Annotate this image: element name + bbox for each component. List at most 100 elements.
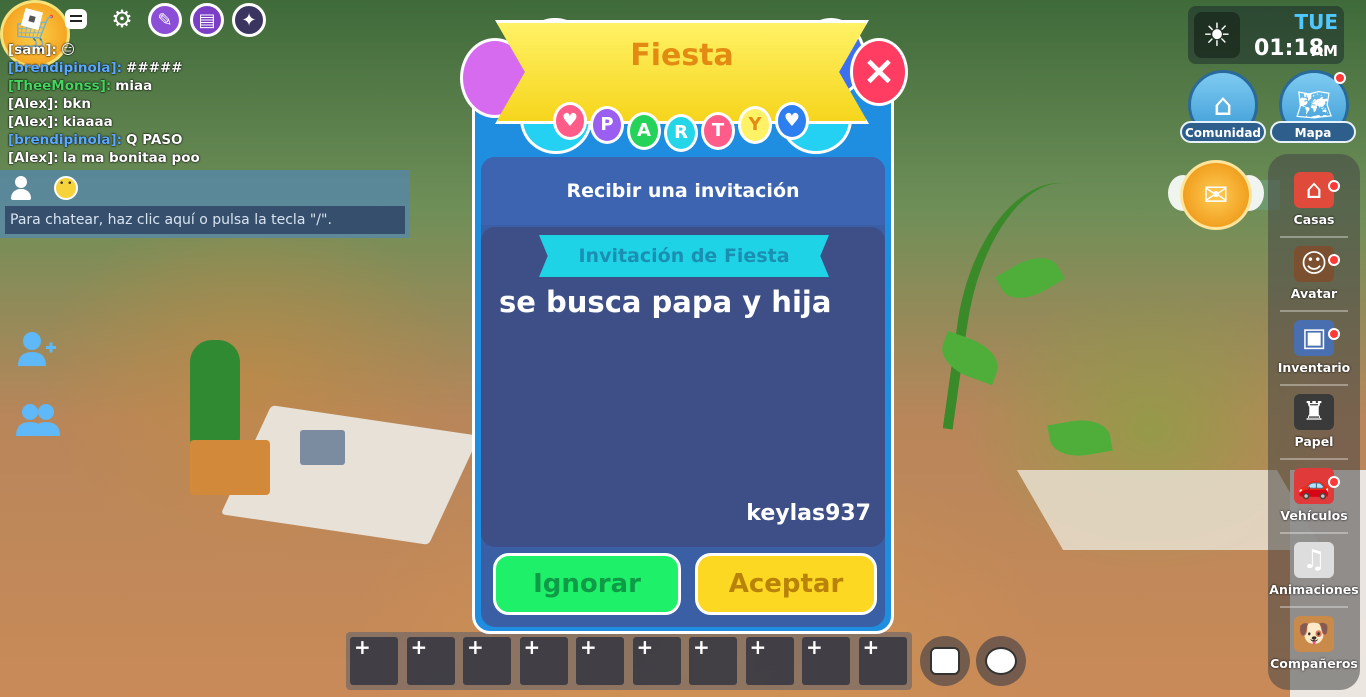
notification-dot bbox=[1328, 328, 1340, 340]
chat-message: [Alex]: bkn bbox=[8, 95, 410, 113]
chat-username[interactable]: [brendipinola]: bbox=[8, 132, 122, 148]
sidebar-item-label: Papel bbox=[1294, 434, 1334, 449]
hotbar-slot[interactable]: + bbox=[406, 635, 455, 685]
settings-gear-icon[interactable]: ⚙ bbox=[106, 3, 138, 35]
party-letter-flag: T bbox=[701, 112, 735, 150]
plus-icon: + bbox=[410, 635, 428, 659]
party-letter-flag: Y bbox=[738, 106, 772, 144]
sidebar-item-3[interactable]: ♜ Papel bbox=[1268, 386, 1360, 460]
ignore-button[interactable]: Ignorar bbox=[493, 553, 681, 615]
clock-day: TUE bbox=[1294, 10, 1338, 34]
map-icon: 🗺 bbox=[1294, 87, 1334, 123]
hotbar-slot[interactable]: + bbox=[632, 635, 681, 685]
sidebar-item-2[interactable]: ▣ Inventario bbox=[1268, 312, 1360, 386]
chat-channel-icon[interactable] bbox=[10, 176, 34, 200]
hotbar: + + + + + + + + + + bbox=[346, 632, 912, 690]
house-icon: ⌂ bbox=[1294, 172, 1334, 208]
community-house-icon: ⌂ bbox=[1213, 87, 1233, 123]
hotbar-slot[interactable]: + bbox=[519, 635, 568, 685]
plus-icon: + bbox=[467, 635, 484, 659]
emote-bubble-button[interactable] bbox=[976, 636, 1026, 686]
clock-ampm: AM bbox=[1311, 42, 1338, 60]
party-heart-flag: ♥ bbox=[775, 102, 809, 140]
car-icon: 🚗 bbox=[1294, 468, 1334, 504]
sidebar-item-1[interactable]: ☺ Avatar bbox=[1268, 238, 1360, 312]
invite-ribbon: Invitación de Fiesta bbox=[539, 235, 829, 277]
sidebar-item-label: Casas bbox=[1293, 212, 1335, 227]
plus-icon: + bbox=[862, 635, 880, 659]
hotbar-slot[interactable]: + bbox=[689, 635, 737, 685]
chat-username[interactable]: [sam]: bbox=[8, 42, 57, 58]
dialog-title-banner: Fiesta bbox=[495, 20, 869, 124]
sidebar-item-4[interactable]: 🚗 Vehículos bbox=[1268, 460, 1360, 534]
chat-username[interactable]: [Alex]: bbox=[8, 114, 59, 130]
party-letter-flag: R bbox=[664, 114, 698, 152]
add-friend-icon[interactable] bbox=[16, 330, 58, 370]
pet-dog-icon: 🐶 bbox=[1294, 616, 1334, 652]
chat-text: ##### bbox=[126, 60, 183, 76]
dance-icon: ♫ bbox=[1294, 542, 1334, 578]
hotbar-slot[interactable]: + bbox=[576, 635, 624, 685]
notification-dot bbox=[1328, 476, 1340, 488]
chat-message: [TheeMonss]: miaa bbox=[8, 77, 410, 95]
plus-icon: + bbox=[523, 635, 541, 659]
chat-username[interactable]: [Alex]: bbox=[8, 96, 59, 112]
avatar-icon: ☺ bbox=[1294, 246, 1334, 282]
emoji-icon[interactable] bbox=[54, 176, 78, 200]
chat-username[interactable]: [TheeMonss]: bbox=[8, 78, 111, 94]
sidebar-item-label: Avatar bbox=[1290, 286, 1338, 301]
chat-log[interactable]: [sam]: 😑 [brendipinola]: ##### [TheeMonss]: m… bbox=[0, 38, 410, 170]
chat-username[interactable]: [Alex]: bbox=[8, 150, 59, 166]
hotbar-slot[interactable]: + bbox=[858, 635, 907, 685]
plus-icon: + bbox=[749, 635, 767, 659]
background-pot bbox=[300, 430, 345, 465]
sidebar-item-label: Animaciones bbox=[1269, 582, 1359, 597]
sidebar-item-label: Inventario bbox=[1277, 360, 1351, 375]
hotbar-slot[interactable]: + bbox=[802, 635, 850, 685]
hotbar-slot[interactable]: + bbox=[745, 635, 794, 685]
plus-icon: + bbox=[806, 635, 823, 659]
backpack-icon: ▣ bbox=[1294, 320, 1334, 356]
dialog-body: Recibir una invitación Invitación de Fie… bbox=[481, 157, 885, 627]
chat-window: [sam]: 😑 [brendipinola]: ##### [TheeMonss]: m… bbox=[0, 38, 410, 238]
chat-message: [Alex]: kiaaaa bbox=[8, 113, 410, 131]
sidebar-item-6[interactable]: 🐶 Compañeros bbox=[1268, 608, 1360, 682]
mail-envelope-icon[interactable]: ✉ bbox=[1180, 160, 1252, 230]
emote-face-button[interactable] bbox=[920, 636, 970, 686]
chat-input[interactable]: Para chatear, haz clic aquí o pulsa la t… bbox=[5, 206, 405, 234]
chat-text: la ma bonitaa poo bbox=[62, 150, 200, 166]
face-icon bbox=[930, 647, 960, 675]
sun-icon: ☀ bbox=[1194, 12, 1240, 58]
speech-face-icon bbox=[985, 647, 1017, 675]
chat-toggle-icon[interactable] bbox=[60, 3, 92, 35]
accept-button[interactable]: Aceptar bbox=[695, 553, 877, 615]
dialog-subtitle: Recibir una invitación bbox=[481, 157, 885, 225]
news-icon[interactable]: ▤ bbox=[190, 3, 224, 37]
party-invite-dialog: Recibir una invitación Invitación de Fie… bbox=[472, 82, 894, 634]
background-pot bbox=[190, 440, 270, 495]
chat-message: [Alex]: la ma bonitaa poo bbox=[8, 149, 410, 167]
plus-icon: + bbox=[580, 635, 597, 659]
hotbar-slot[interactable]: + bbox=[350, 635, 398, 685]
top-toolbar: ⚙ ✎ ▤ ✦ bbox=[0, 0, 290, 38]
chat-text: kiaaaa bbox=[62, 114, 113, 130]
chat-message: [brendipinola]: ##### bbox=[8, 59, 410, 77]
roblox-menu-icon[interactable] bbox=[16, 3, 48, 35]
sidebar-item-0[interactable]: ⌂ Casas bbox=[1268, 164, 1360, 238]
plus-icon: + bbox=[693, 635, 710, 659]
map-label: Mapa bbox=[1270, 121, 1356, 143]
notification-dot bbox=[1328, 254, 1340, 266]
sidebar-menu: ⌂ Casas ☺ Avatar ▣ Inventario ♜ Papel 🚗 Vehículos… bbox=[1268, 154, 1360, 690]
sidebar-item-5[interactable]: ♫ Animaciones bbox=[1268, 534, 1360, 608]
hotbar-slot[interactable]: + bbox=[463, 635, 511, 685]
dialog-title: Fiesta bbox=[630, 38, 734, 73]
notes-icon[interactable]: ✎ bbox=[148, 3, 182, 37]
invite-message: se busca papa y hija bbox=[499, 285, 832, 319]
chat-bar: Para chatear, haz clic aquí o pulsa la t… bbox=[0, 170, 410, 238]
party-lights-icon[interactable]: ✦ bbox=[232, 3, 266, 37]
day-clock: ☀ TUE 01:18 AM bbox=[1188, 6, 1344, 64]
friends-icon[interactable] bbox=[16, 400, 60, 440]
chat-username[interactable]: [brendipinola]: bbox=[8, 60, 122, 76]
chat-text: 😑 bbox=[60, 42, 76, 58]
close-button[interactable]: × bbox=[850, 38, 908, 106]
